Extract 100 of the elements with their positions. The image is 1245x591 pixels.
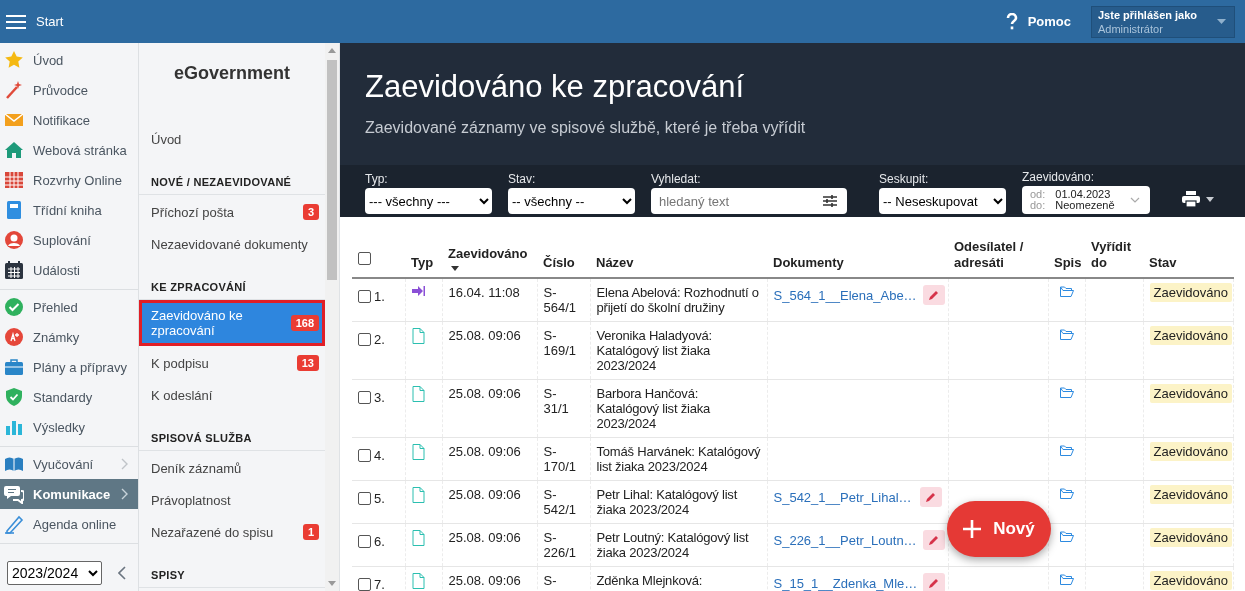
edit-button[interactable] (923, 573, 946, 591)
status-tag: Zaevidováno (1149, 485, 1232, 504)
panel-title: eGovernment (172, 62, 291, 85)
folder-icon (1059, 574, 1074, 585)
column-header[interactable]: Spis (1054, 255, 1082, 271)
chat-bubbles-icon (4, 484, 24, 504)
document-link[interactable]: S_226_1__Petr_Loutn… (773, 532, 917, 548)
year-select[interactable]: 2023/2024 (7, 561, 102, 585)
section-heading: SPISOVÁ SLUŽBA (139, 432, 325, 451)
row-checkbox[interactable] (358, 391, 371, 404)
submenu-item[interactable]: K odeslání (139, 378, 325, 410)
scrollbar-thumb[interactable] (327, 60, 337, 280)
page-subtitle: Zaevidované záznamy ve spisové službě, které je třeba vyřídit (365, 119, 807, 137)
nav-item[interactable]: Třídní kniha (0, 195, 138, 225)
menu-button[interactable]: Start (0, 6, 70, 37)
submenu-item[interactable]: Příchozí pošta 3 (139, 195, 325, 227)
nav-item[interactable]: Úvod (0, 45, 138, 75)
nav-item[interactable]: Vyučování (0, 449, 138, 479)
submenu-item[interactable]: Úvod (139, 122, 325, 154)
submenu-item[interactable]: Nezaevidované dokumenty (139, 227, 325, 259)
nav-item[interactable]: Agenda online (0, 509, 138, 539)
filter-select[interactable]: --- všechny --- (365, 188, 492, 214)
document-link[interactable]: S_564_1__Elena_Abe… (773, 287, 917, 303)
check-circle-icon (4, 297, 24, 317)
nav-item[interactable]: Přehled (0, 292, 138, 322)
scroll-up-icon (328, 48, 336, 53)
house-icon (4, 140, 24, 160)
submenu-item[interactable]: Nezařazené do spisu 1 (139, 515, 325, 547)
column-header[interactable]: Název (596, 255, 634, 271)
filter-label: Vyhledat: (651, 172, 702, 186)
table-cell: Veronika Haladyová: Katalógový list žiaka 2023/2024 (596, 328, 712, 373)
nav-item[interactable]: Známky (0, 322, 138, 352)
nav-item[interactable]: Průvodce (0, 75, 138, 105)
shield-icon (4, 387, 24, 407)
printer-icon (1182, 191, 1200, 207)
help-icon (1005, 12, 1018, 31)
row-checkbox[interactable] (358, 449, 371, 462)
nav-item[interactable]: Standardy (0, 382, 138, 412)
status-tag: Zaevidováno (1149, 384, 1232, 403)
nav-item[interactable]: Výsledky (0, 412, 138, 442)
filter-select[interactable]: -- Neseskupovat (879, 188, 1006, 214)
row-checkbox[interactable] (358, 492, 371, 505)
select-all-checkbox[interactable] (358, 252, 371, 265)
section-heading: NOVÉ / NEZAEVIDOVANÉ (139, 176, 325, 195)
user-dropdown[interactable]: Jste přihlášen jako Administrátor (1091, 5, 1235, 38)
row-number: 7. (374, 577, 385, 591)
column-header[interactable]: Vyřídit do (1091, 239, 1137, 271)
document-link[interactable]: S_542_1__Petr_Lihal… (773, 489, 912, 505)
nav-item[interactable]: Webová stránka (0, 135, 138, 165)
file-icon (411, 530, 425, 546)
submenu-item[interactable]: K podpisu 13 (139, 346, 325, 378)
nav-item[interactable]: Plány a přípravy (0, 352, 138, 382)
pencil-icon (929, 578, 940, 588)
person-icon (4, 230, 24, 250)
edit-button[interactable] (922, 285, 945, 305)
table-cell: 25.08. 09:06 (448, 487, 521, 502)
count-badge: 3 (302, 204, 319, 220)
submenu-item[interactable]: Právoplatnost (139, 483, 325, 515)
help-button[interactable]: Pomoc (999, 11, 1077, 32)
row-checkbox[interactable] (358, 578, 371, 591)
nav-item[interactable]: Notifikace (0, 105, 138, 135)
date-range-picker[interactable]: od: 01.04.2023 do: Neomezeně (1022, 186, 1150, 214)
collapse-button[interactable] (116, 564, 128, 582)
column-header[interactable]: Zaevidováno (448, 246, 528, 271)
status-tag: Zaevidováno (1149, 283, 1232, 302)
folder-icon (1059, 488, 1074, 499)
row-checkbox[interactable] (358, 535, 371, 548)
menu-icon (6, 13, 26, 30)
timetable-icon (4, 170, 24, 190)
filter-select[interactable]: -- všechny -- (508, 188, 635, 214)
new-button[interactable]: Nový (947, 501, 1051, 557)
document-link[interactable]: S_15_1__Zdenka_Mle… (773, 575, 918, 591)
submenu-item[interactable]: Deník záznamů (139, 451, 325, 483)
nav-item[interactable]: Suplování (0, 225, 138, 255)
file-icon (411, 386, 425, 402)
user-name: Administrátor (1098, 22, 1164, 35)
nav-item[interactable]: Události (0, 255, 138, 285)
table-cell-text: S- (543, 573, 558, 588)
grade-circle-icon (4, 327, 24, 347)
nav-item[interactable]: Komunikace (0, 479, 138, 509)
column-header[interactable]: Typ (411, 255, 434, 271)
column-header[interactable]: Číslo (543, 255, 575, 271)
row-checkbox[interactable] (358, 290, 371, 303)
scroll-down-icon (328, 581, 336, 586)
nav-item[interactable]: Rozvrhy Online (0, 165, 138, 195)
scrollbar[interactable] (325, 43, 339, 591)
pen-icon (4, 514, 24, 534)
status-tag: Zaevidováno (1149, 571, 1232, 590)
file-icon (411, 328, 425, 344)
table-cell: 25.08. 09:06 (448, 530, 521, 545)
edit-button[interactable] (922, 530, 945, 550)
submenu-item[interactable]: Zaevidováno ke zpracování 168 (139, 300, 325, 346)
table-cell: Zděnka Mlejnková: (596, 573, 703, 588)
column-header[interactable]: Dokumenty (773, 255, 844, 271)
search-field[interactable]: hledaný text (651, 188, 847, 214)
caret-icon (1217, 19, 1226, 24)
row-checkbox[interactable] (358, 333, 371, 346)
column-header[interactable]: Stav (1149, 255, 1177, 271)
edit-button[interactable] (919, 487, 942, 507)
column-header[interactable]: Odesílatel / adresáti (954, 239, 1042, 271)
